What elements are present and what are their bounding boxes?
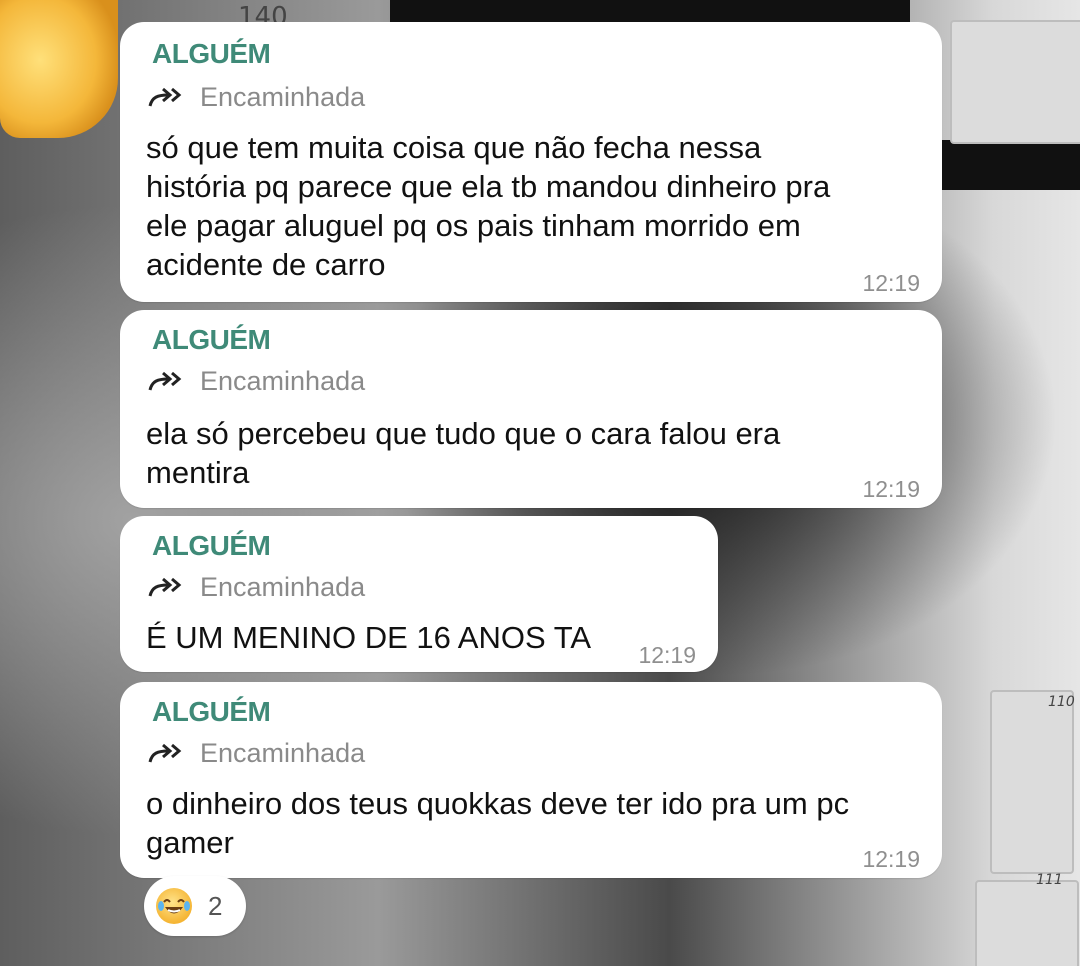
- sender-name: ALGUÉM: [152, 38, 271, 69]
- sender-name: ALGUÉM: [152, 324, 271, 355]
- message-time: 12:19: [638, 642, 696, 668]
- message-time: 12:19: [862, 270, 920, 296]
- message-text: o dinheiro dos teus quokkas deve ter ido…: [146, 786, 850, 860]
- forwarded-indicator: Encaminhada: [146, 82, 365, 113]
- forwarded-label: Encaminhada: [200, 366, 366, 396]
- wallpaper-locker-number: 111: [1036, 872, 1063, 888]
- wallpaper-dark-band: [920, 140, 1080, 190]
- forwarded-indicator: Encaminhada: [146, 572, 365, 603]
- forwarded-indicator: Encaminhada: [146, 366, 365, 397]
- wallpaper-locker: [990, 690, 1074, 874]
- wallpaper-locker-number: 110: [1048, 694, 1075, 710]
- forward-arrow-icon: [148, 371, 182, 390]
- forwarded-label: Encaminhada: [200, 82, 366, 112]
- sender-name: ALGUÉM: [152, 530, 271, 561]
- message-text: É UM MENINO DE 16 ANOS TA: [146, 620, 592, 655]
- thumbs-up-sticker: [0, 0, 118, 138]
- message-text: só que tem muita coisa que não fecha nes…: [146, 130, 831, 282]
- message-time: 12:19: [862, 846, 920, 872]
- message-time: 12:19: [862, 476, 920, 502]
- message-bubble[interactable]: ALGUÉM Encaminhada ela só percebeu que t…: [120, 310, 942, 508]
- sender-name: ALGUÉM: [152, 696, 271, 727]
- face-with-tears-of-joy-icon: [156, 888, 192, 924]
- message-bubble[interactable]: ALGUÉM Encaminhada só que tem muita cois…: [120, 22, 942, 302]
- message-text: ela só percebeu que tudo que o cara falo…: [146, 416, 781, 490]
- forwarded-indicator: Encaminhada: [146, 738, 365, 769]
- forwarded-label: Encaminhada: [200, 572, 366, 602]
- wallpaper-locker: [975, 880, 1079, 966]
- forward-arrow-icon: [148, 743, 182, 762]
- forwarded-label: Encaminhada: [200, 738, 366, 768]
- wallpaper-locker: [950, 20, 1080, 144]
- message-bubble[interactable]: ALGUÉM Encaminhada É UM MENINO DE 16 ANO…: [120, 516, 718, 672]
- reaction-count: 2: [208, 890, 223, 921]
- forward-arrow-icon: [148, 87, 182, 106]
- message-bubble[interactable]: ALGUÉM Encaminhada o dinheiro dos teus q…: [120, 682, 942, 878]
- reaction-pill[interactable]: 2: [144, 876, 246, 936]
- forward-arrow-icon: [148, 577, 182, 596]
